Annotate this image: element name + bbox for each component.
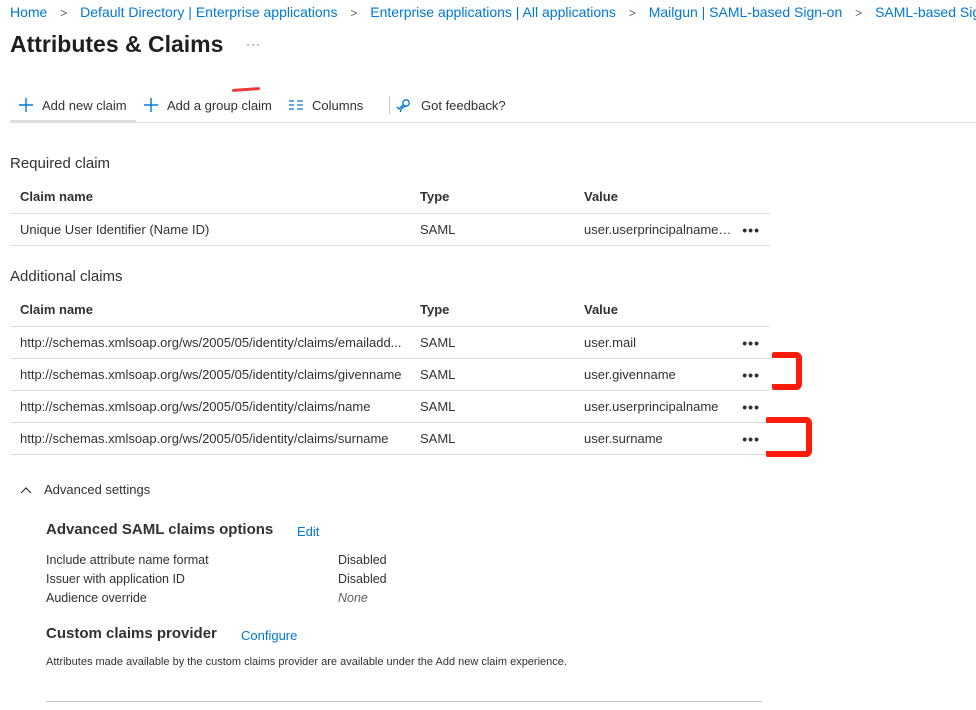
toolbar-divider <box>389 96 390 114</box>
plus-icon <box>18 97 34 113</box>
claim-type-cell: SAML <box>420 335 456 350</box>
chevron-up-icon <box>20 483 32 497</box>
claim-name-cell: Unique User Identifier (Name ID) <box>20 222 210 237</box>
chevron-right-icon: > <box>350 6 358 20</box>
add-group-claim-label: Add a group claim <box>167 97 272 113</box>
required-claim-heading: Required claim <box>10 155 111 172</box>
claim-value-cell: user.userprincipalname <box>584 399 719 414</box>
table-header-row: Claim name Type Value <box>10 180 770 214</box>
claim-value-cell: user.givenname <box>584 367 676 382</box>
chevron-right-icon: > <box>855 6 863 20</box>
row-more-ellipsis-icon[interactable]: ••• <box>742 327 760 358</box>
setting-label: Include attribute name format <box>46 553 209 567</box>
additional-claims-table: Claim name Type Value http://schemas.xml… <box>10 293 770 455</box>
add-new-claim-label: Add new claim <box>42 97 127 113</box>
row-more-ellipsis-icon[interactable]: ••• <box>742 391 760 422</box>
setting-label: Audience override <box>46 591 147 605</box>
configure-link[interactable]: Configure <box>241 628 297 643</box>
feedback-icon <box>396 97 413 114</box>
command-bar: Add new claim Add a group claim Columns … <box>10 87 976 123</box>
columns-button[interactable]: Columns <box>288 91 363 119</box>
advanced-settings-toggle[interactable]: Advanced settings <box>20 482 150 497</box>
setting-value: Disabled <box>338 553 387 567</box>
advanced-saml-options-heading: Advanced SAML claims options <box>46 521 274 538</box>
toolbar-active-underline <box>10 120 136 122</box>
claim-name-cell: http://schemas.xmlsoap.org/ws/2005/05/id… <box>20 399 371 414</box>
column-header-claim-name[interactable]: Claim name <box>20 293 414 326</box>
table-row[interactable]: http://schemas.xmlsoap.org/ws/2005/05/id… <box>10 423 770 455</box>
edit-link[interactable]: Edit <box>297 524 319 539</box>
annotation-bracket <box>772 352 802 390</box>
column-header-type[interactable]: Type <box>420 293 570 326</box>
page-title: Attributes & Claims <box>10 31 224 57</box>
breadcrumb-all-applications[interactable]: Enterprise applications | All applicatio… <box>370 4 616 20</box>
setting-label: Issuer with application ID <box>46 572 185 586</box>
setting-value: Disabled <box>338 572 387 586</box>
claim-name-cell: http://schemas.xmlsoap.org/ws/2005/05/id… <box>20 335 402 350</box>
divider <box>46 701 762 702</box>
custom-provider-note: Attributes made available by the custom … <box>46 656 567 668</box>
custom-claims-provider-heading: Custom claims provider <box>46 625 217 642</box>
table-header-row: Claim name Type Value <box>10 293 770 327</box>
additional-claims-heading: Additional claims <box>10 268 123 285</box>
table-row[interactable]: http://schemas.xmlsoap.org/ws/2005/05/id… <box>10 391 770 423</box>
breadcrumb: Home > Default Directory | Enterprise ap… <box>10 4 976 20</box>
row-more-ellipsis-icon[interactable]: ••• <box>742 359 760 390</box>
claim-type-cell: SAML <box>420 222 456 237</box>
claim-value-cell: user.mail <box>584 335 637 350</box>
setting-value: None <box>338 591 368 605</box>
breadcrumb-saml-sso[interactable]: SAML-based Sign-on <box>875 4 976 20</box>
advanced-settings-label: Advanced settings <box>44 482 151 497</box>
chevron-right-icon: > <box>60 6 68 20</box>
claim-value-cell: user.userprincipalname [... <box>584 222 734 237</box>
claim-name-cell: http://schemas.xmlsoap.org/ws/2005/05/id… <box>20 431 389 446</box>
claim-value-cell: user.surname <box>584 431 663 446</box>
breadcrumb-default-directory[interactable]: Default Directory | Enterprise applicati… <box>80 4 337 20</box>
breadcrumb-mailgun-sso[interactable]: Mailgun | SAML-based Sign-on <box>649 4 843 20</box>
plus-icon <box>143 97 159 113</box>
annotation-bracket <box>766 417 812 457</box>
feedback-label: Got feedback? <box>421 97 506 113</box>
table-row[interactable]: http://schemas.xmlsoap.org/ws/2005/05/id… <box>10 359 770 391</box>
columns-icon <box>288 98 304 112</box>
column-header-claim-name[interactable]: Claim name <box>20 180 414 213</box>
required-claim-table: Claim name Type Value Unique User Identi… <box>10 180 770 246</box>
column-header-value[interactable]: Value <box>584 180 734 213</box>
claim-name-cell: http://schemas.xmlsoap.org/ws/2005/05/id… <box>20 367 402 382</box>
breadcrumb-home[interactable]: Home <box>10 4 47 20</box>
claim-type-cell: SAML <box>420 431 456 446</box>
page-more-button[interactable]: ··· <box>246 37 261 51</box>
table-row[interactable]: Unique User Identifier (Name ID) SAML us… <box>10 214 770 246</box>
column-header-type[interactable]: Type <box>420 180 570 213</box>
add-group-claim-button[interactable]: Add a group claim <box>143 91 272 119</box>
claim-type-cell: SAML <box>420 399 456 414</box>
row-more-ellipsis-icon[interactable]: ••• <box>742 214 760 245</box>
table-row[interactable]: http://schemas.xmlsoap.org/ws/2005/05/id… <box>10 327 770 359</box>
columns-label: Columns <box>312 97 364 113</box>
chevron-right-icon: > <box>628 6 636 20</box>
claim-type-cell: SAML <box>420 367 456 382</box>
add-new-claim-button[interactable]: Add new claim <box>18 91 127 119</box>
column-header-value[interactable]: Value <box>584 293 734 326</box>
row-more-ellipsis-icon[interactable]: ••• <box>742 423 760 454</box>
feedback-button[interactable]: Got feedback? <box>396 91 506 119</box>
